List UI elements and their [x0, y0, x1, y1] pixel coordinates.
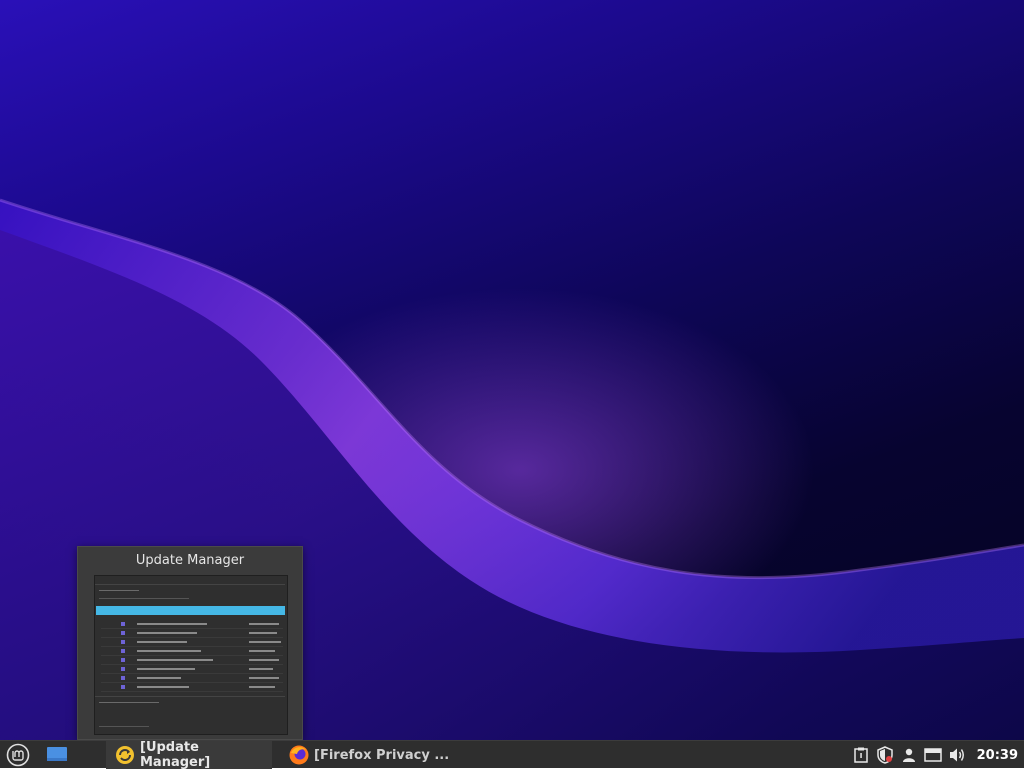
mint-logo-icon	[6, 743, 30, 767]
taskbar-window-update-manager[interactable]: [Update Manager]	[106, 740, 272, 770]
window-preview-update-manager[interactable]: Update Manager	[77, 546, 303, 740]
network-icon[interactable]	[923, 746, 942, 764]
taskbar-window-firefox[interactable]: [Firefox Privacy ...	[280, 741, 450, 769]
system-tray: 20:39	[849, 741, 1024, 769]
user-icon[interactable]	[900, 746, 918, 764]
show-desktop-button[interactable]	[44, 741, 70, 769]
preview-highlight-bar	[96, 606, 285, 615]
update-manager-icon	[116, 746, 134, 764]
firefox-icon	[289, 745, 309, 765]
taskbar: [Update Manager] [Firefox Privacy ... 20…	[0, 740, 1024, 770]
mint-menu-button[interactable]	[4, 741, 32, 769]
preview-thumbnail	[94, 575, 288, 735]
taskbar-window-label: [Update Manager]	[140, 740, 211, 770]
volume-icon[interactable]	[948, 746, 966, 764]
shield-icon[interactable]	[876, 746, 894, 764]
desktop-icon	[47, 747, 67, 761]
taskbar-window-label: [Firefox Privacy ...	[314, 747, 450, 763]
preview-title: Update Manager	[135, 553, 245, 568]
notes-icon[interactable]	[852, 746, 870, 764]
clock[interactable]: 20:39	[977, 748, 1018, 763]
